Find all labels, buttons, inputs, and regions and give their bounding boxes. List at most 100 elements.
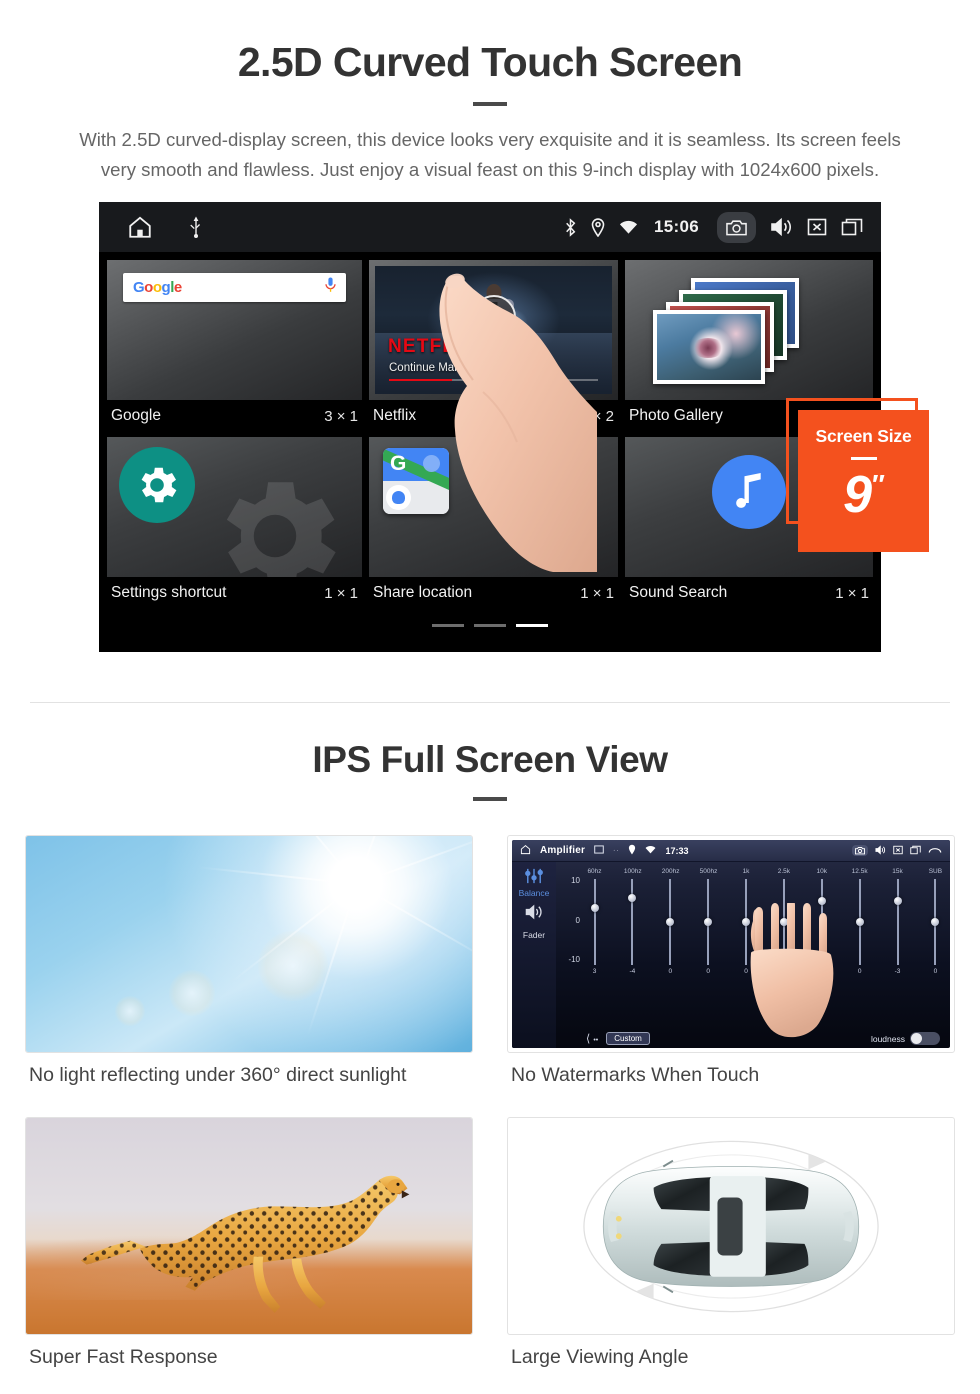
screen-size-unit: ″ — [871, 469, 885, 500]
device-showcase: Screen Size 9″ 15:06 Google Google 3 × 1… — [0, 202, 980, 702]
photo-gallery-widget[interactable] — [625, 260, 873, 401]
close-icon[interactable] — [807, 217, 827, 237]
widget-label-row: Sound Search 1 × 1 — [625, 577, 873, 608]
widget-label-row: Settings shortcut 1 × 1 — [107, 577, 362, 608]
sidebar-item-fader[interactable]: Fader — [512, 930, 556, 940]
band-frequency: 12.5k — [851, 868, 868, 876]
recents-icon[interactable] — [841, 217, 863, 237]
band-frequency: 10k — [816, 868, 827, 876]
home-icon[interactable] — [520, 844, 531, 857]
play-button-icon[interactable] — [471, 295, 516, 340]
netflix-widget[interactable]: NETFLIX Continue Marvel's Daredevil — [369, 260, 618, 401]
band-slider-track[interactable] — [666, 879, 675, 966]
section-divider — [30, 702, 950, 704]
title-underline — [473, 102, 507, 107]
band-slider-knob[interactable] — [893, 897, 902, 906]
eq-band[interactable]: 500hz 0 — [699, 868, 718, 976]
band-slider-knob[interactable] — [666, 918, 675, 927]
widget-name: Share location — [373, 584, 473, 602]
photo-stack-icon — [653, 278, 821, 385]
sliders-icon[interactable] — [512, 868, 556, 886]
google-maps-icon[interactable]: G — [383, 448, 449, 515]
feature-card-sunlight: No light reflecting under 360° direct su… — [25, 835, 473, 1107]
widget-label-row: Google 3 × 1 — [107, 400, 362, 431]
android-status-bar: 15:06 — [99, 202, 881, 253]
band-value: 0 — [668, 968, 673, 976]
widget-row-1: Google Google 3 × 1 NETFLIX Continue Mar… — [107, 260, 873, 431]
section2-title: IPS Full Screen View — [312, 739, 668, 781]
gear-icon[interactable] — [119, 447, 195, 524]
band-frequency: 500hz — [699, 868, 718, 876]
widget-cell-share-location[interactable]: G Share location 1 × 1 — [369, 437, 618, 608]
band-frequency: 1k — [742, 868, 750, 876]
google-search-widget[interactable]: Google — [107, 260, 362, 401]
wifi-icon — [645, 845, 656, 856]
eq-band[interactable]: SUB 0 — [927, 868, 944, 975]
preset-button[interactable]: Custom — [606, 1032, 650, 1046]
band-slider-track[interactable] — [931, 879, 940, 966]
netflix-subtitle: Continue Marvel's Daredevil — [389, 362, 533, 375]
ips-screen-section: IPS Full Screen View No light reflecting… — [0, 703, 980, 1389]
screen-size-badge: Screen Size 9″ — [798, 410, 929, 553]
band-slider-track[interactable] — [590, 879, 599, 966]
band-slider-knob[interactable] — [628, 894, 637, 903]
close-icon[interactable] — [893, 845, 903, 857]
speaker-icon[interactable] — [512, 904, 556, 922]
widget-cell-settings[interactable]: Settings shortcut 1 × 1 — [107, 437, 362, 608]
more-icon: ·· — [613, 847, 620, 855]
eq-band[interactable]: 15k -3 — [889, 868, 906, 975]
amplifier-equalizer-screenshot: Amplifier ·· 17:33 Balance Fader 10 0 -1… — [512, 840, 950, 1049]
loudness-toggle[interactable] — [910, 1032, 940, 1046]
page-dot-2[interactable] — [474, 624, 506, 628]
person-avatar-icon — [386, 485, 411, 511]
volume-icon[interactable] — [875, 845, 886, 857]
widget-cell-netflix[interactable]: NETFLIX Continue Marvel's Daredevil Netf… — [369, 260, 618, 431]
scale-min: -10 — [568, 955, 580, 965]
widget-name: Netflix — [373, 407, 417, 425]
band-slider-track[interactable] — [628, 879, 637, 966]
previous-preset-icon[interactable]: ⟨ •• — [586, 1032, 598, 1045]
page-dot-3-active[interactable] — [516, 624, 548, 628]
eq-band[interactable]: 200hz 0 — [662, 868, 680, 976]
search-input[interactable]: Google — [123, 273, 346, 303]
volume-icon[interactable] — [770, 217, 793, 237]
card-caption: Super Fast Response — [29, 1346, 218, 1369]
band-value: 0 — [706, 968, 710, 976]
band-slider-knob[interactable] — [931, 918, 940, 927]
bluetooth-icon — [564, 217, 577, 237]
settings-shortcut-widget[interactable] — [107, 437, 362, 578]
band-slider-track[interactable] — [704, 879, 713, 966]
amplifier-status-bar: Amplifier ·· 17:33 — [512, 840, 950, 863]
page-dot-1[interactable] — [432, 624, 464, 628]
band-value: -4 — [629, 968, 636, 976]
band-frequency: 15k — [892, 868, 903, 876]
loudness-label: loudness — [870, 1033, 905, 1044]
equalizer-scale: 10 0 -10 — [562, 876, 580, 964]
back-arrow-icon[interactable] — [928, 845, 942, 857]
camera-icon[interactable] — [717, 211, 756, 243]
progress-bar — [389, 378, 598, 382]
band-slider-knob[interactable] — [704, 918, 713, 927]
google-logo: Google — [133, 279, 182, 297]
recents-icon[interactable] — [910, 845, 921, 857]
band-slider-knob[interactable] — [590, 904, 599, 913]
home-icon[interactable] — [127, 214, 153, 240]
band-value: 3 — [592, 968, 597, 976]
camera-icon[interactable] — [852, 845, 868, 857]
widget-cell-google[interactable]: Google Google 3 × 1 — [107, 260, 362, 431]
usb-icon[interactable] — [187, 216, 205, 239]
widget-picker-grid: Google Google 3 × 1 NETFLIX Continue Mar… — [99, 252, 881, 628]
map-pin-icon — [423, 455, 440, 473]
share-location-widget[interactable]: G — [369, 437, 618, 578]
band-frequency: 2.5k — [777, 868, 791, 876]
card-image-frame — [25, 1117, 473, 1336]
band-slider-track[interactable] — [893, 879, 902, 966]
widget-size: 1 × 1 — [580, 584, 614, 602]
eq-band[interactable]: 60hz 3 — [586, 868, 603, 975]
card-image-frame: Amplifier ·· 17:33 Balance Fader 10 0 -1… — [507, 835, 955, 1054]
microphone-icon[interactable] — [325, 277, 336, 298]
music-note-icon[interactable] — [712, 455, 786, 530]
page-indicator[interactable] — [107, 614, 873, 628]
eq-band[interactable]: 100hz -4 — [624, 868, 642, 976]
sidebar-item-balance[interactable]: Balance — [512, 888, 556, 898]
